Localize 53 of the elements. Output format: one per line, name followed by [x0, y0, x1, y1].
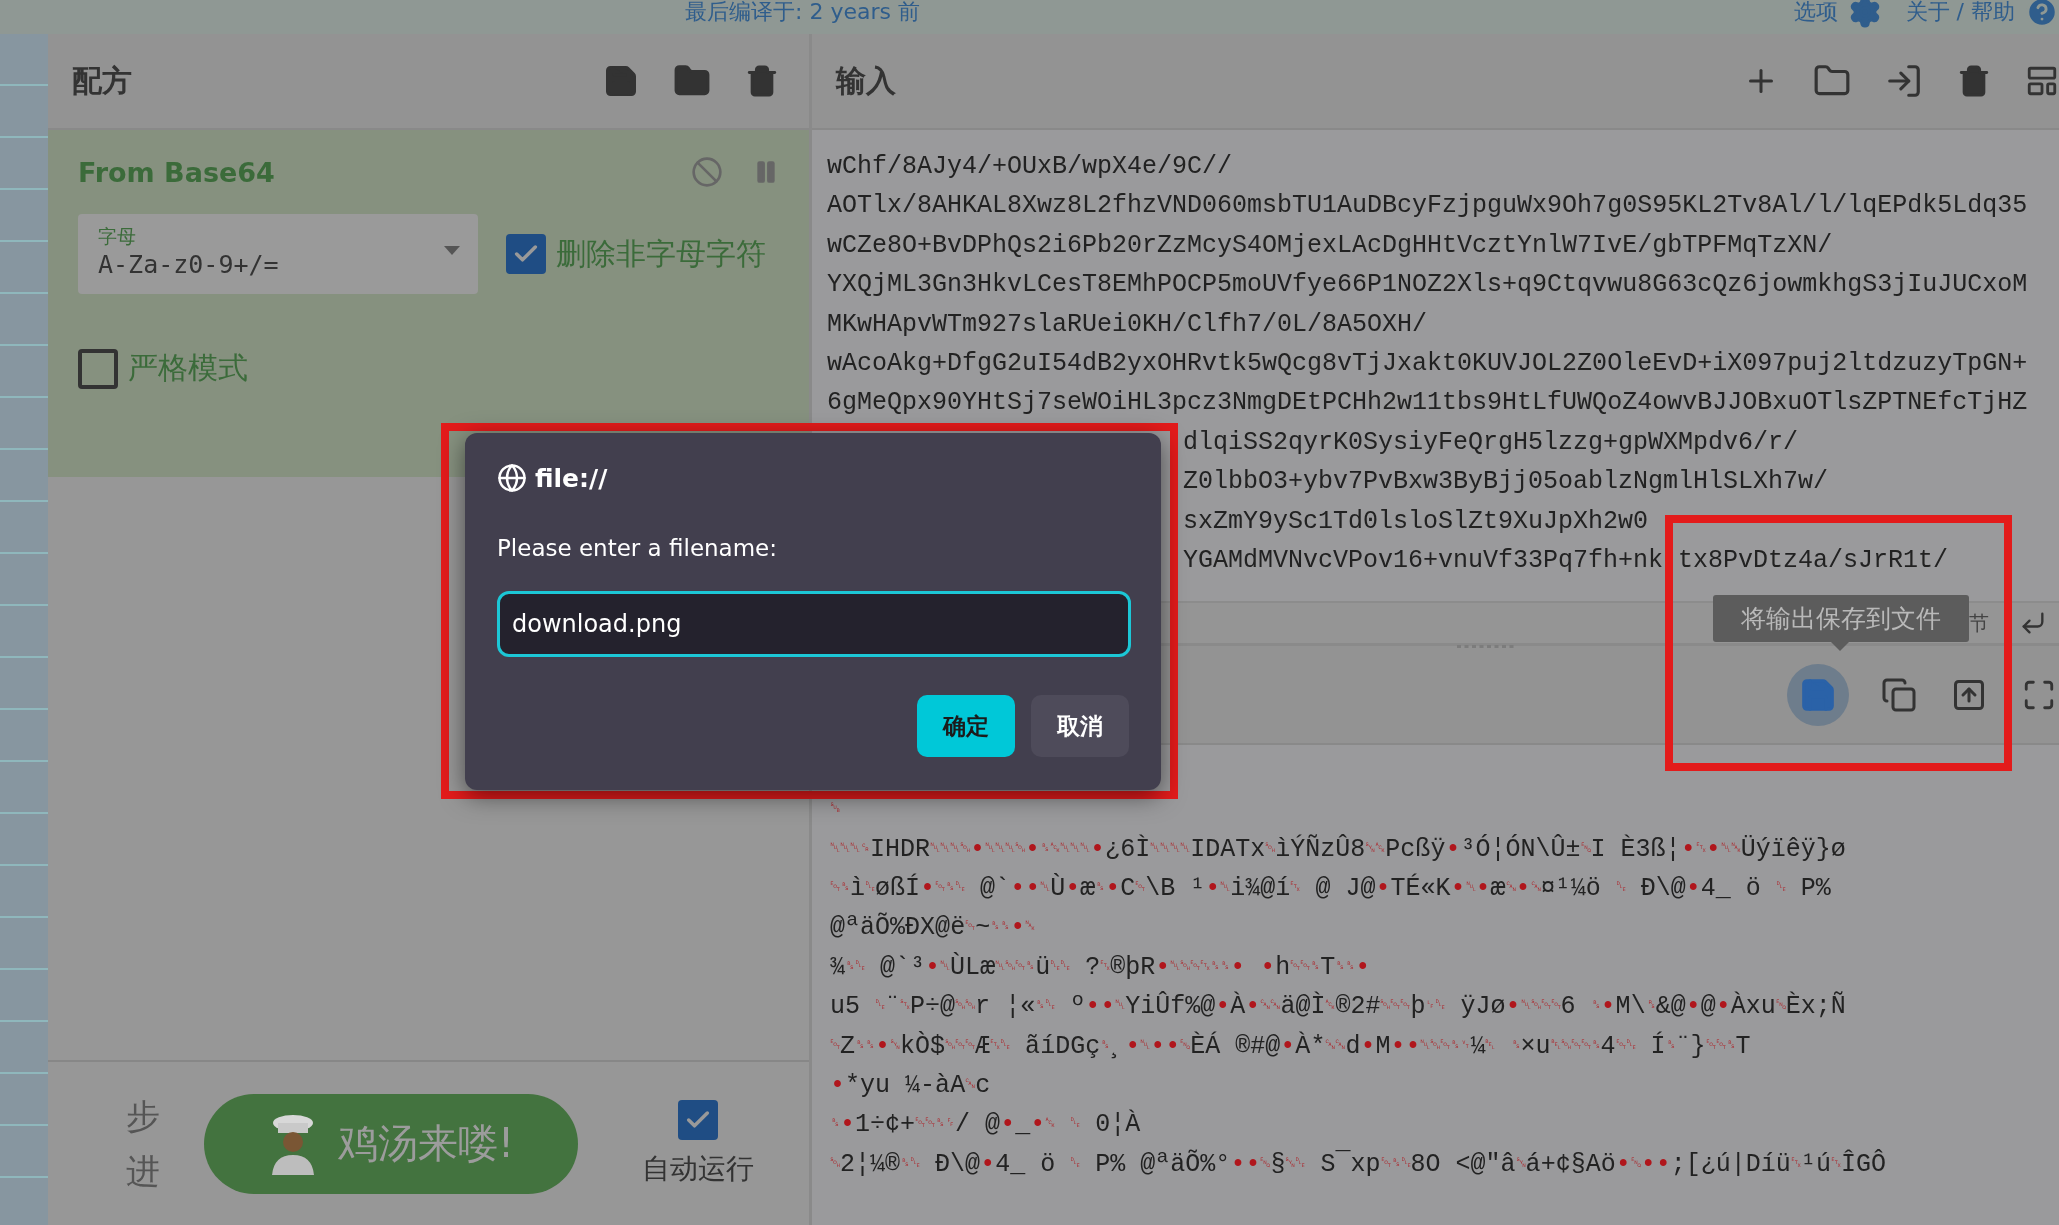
output-text-line: •*yu ¼-àA␘c	[830, 1071, 991, 1101]
build-info: 最后编译于: 2 years 前	[685, 1, 920, 23]
input-text-line: YGAMdMVNvcVPov16+vnuVf33Pq7fh+nk	[1183, 545, 1664, 575]
input-text-line: tx8PvDtz4a/sJrR1t/	[1678, 545, 1949, 575]
auto-bake-label: 自动运行	[642, 1150, 754, 1187]
checkbox-label: 删除非字母字符	[556, 234, 766, 273]
input-text-line: YXQjML3Gn3HkvLCesT8EMhPOCP5moUVfye66P1NOZ2Xls+q9Ctqvwu8G63cQz6jowmkhgS3jIuJUCxoM	[827, 270, 2028, 300]
alphabet-dropdown[interactable]: 字母 A-Za-z0-9+/=	[78, 214, 478, 294]
save-icon[interactable]	[603, 63, 639, 99]
output-text-line: ␄Z␈␈•␖kÒ$␁␄␄Æ␃␐ ãíDGç␈¸•␀••␅ÈÁ ®#@•À*␘␘d•M••␀␁␄␈␋¼␇ ␈×u␇␁␄␄␈4␄␐ Í␈¨}␄␄␈T	[830, 1031, 1751, 1061]
confirm-button[interactable]: 确定	[917, 695, 1015, 757]
dialog-prompt: Please enter a filename:	[497, 535, 779, 561]
tooltip: 将输出保存到文件	[1713, 595, 1969, 642]
input-text-line: MKwHApvWTm927slaRUei0KH/Clfh7/0L/8A5OXH/	[827, 309, 1428, 339]
globe-icon	[497, 463, 527, 493]
input-text-line: 6gMeQpx90YHtSj7seWOiHL3pcz3NmgDEtPCHh2w11tbs9HtLfUWQoZ4owvBJJOBxuOTlsZPTNEfcTjHZ	[827, 388, 2028, 418]
checkbox[interactable]	[78, 348, 118, 389]
layout-icon[interactable]	[2025, 64, 2059, 98]
tooltip-arrow-icon	[1830, 641, 1850, 651]
options-link[interactable]: 选项	[1793, 0, 1838, 27]
output-text-line: ¾␈␐ @`³•␀ÙLæ␀␁␄␈ü␐␐ ?␃®þR•␀␁␄␃␈␈• •h␄␄␈T␈␈•	[830, 952, 1371, 982]
input-title: 输入	[836, 61, 896, 100]
input-text-line: AOTlx/8AHKAL8Xwz8L2fhzVND060msbTU1AuDBcyFzjpguWx9Oh7g0S95KL2Tv8Al/l/lqEPdk5Ldq35	[827, 191, 2028, 221]
output-text-line: u5 ␐¨␂P÷@␁␁r ¦«␈␐ º••␀YiÛf%@•À•␘␘ä@Ì␆®2#␁␄␄þ␊␐ ÿJø•␀␁␄␄6 ␈•M\␞&@•@•Àxu␅Èx;Ñ	[830, 992, 1846, 1022]
output-text-line: @ªäÕ%ÐX@ë␄~␈␈•␕	[830, 913, 1036, 943]
help-link[interactable]: 关于 / 帮助	[1905, 0, 2015, 27]
copy-icon	[1881, 676, 1917, 713]
output-text-line: ␄␈ì␐øßÍ•␄␈␐ @`••␀Ù•æ␈•C␄\B ¹•␀i¾@í␃ @ J@•TÉ«K•␀•æ␘•␘¤¹¼ö ␐ Ð\@•4_ ö ␐ P%	[830, 874, 1831, 904]
status-text: 节	[1969, 609, 1989, 637]
input-text-line: wAcoAkg+DfgG2uI54dB2yxOHRvtk5wQcg8vTjJxakt0KUVJOL2Z0OleEvD+iX097puj2ltdzuzyTpGN+	[827, 348, 2028, 378]
trash-icon[interactable]	[745, 64, 779, 98]
input-text-line: dlqiSS2qyrK0SysiyFeQrgH5lzzg+gpWXMpdv6/r/	[1183, 427, 1799, 457]
dropdown-arrow-icon	[444, 246, 460, 255]
import-icon[interactable]	[1885, 62, 1923, 100]
drag-handle-icon[interactable]	[1457, 644, 1517, 650]
checkbox-label: 严格模式	[128, 349, 248, 387]
checkbox[interactable]	[506, 234, 546, 274]
dialog-title: file://	[535, 463, 608, 493]
step-button[interactable]: 步进	[126, 1089, 160, 1198]
output-text-line: ␈•1÷¢+␄␄␈␌/ @•_•␆ ␐ 0¦À	[830, 1110, 1141, 1140]
filename-input[interactable]: download.png	[497, 591, 1131, 657]
output-text-line: ␚	[830, 801, 840, 818]
output-text-line: ␁2¦¼®␈␐ Ð\@•4_ ö ␐ P% @ªäÕ%°••␅§␖␐ S¯xp␄␈␐8O <@"â␖á+¢§Aö•␅••;[¿ú|Díü␃¹ú␃ÎGÔ	[830, 1149, 1886, 1179]
input-text-line: wChf/8AJy4/+OUxB/wpX4e/9C//	[827, 152, 1233, 181]
recipe-title: 配方	[72, 61, 132, 100]
auto-bake-checkbox[interactable]	[678, 1099, 718, 1140]
input-text-line: wCZe8O+BvDPhQs2i6Pb20rZzMcyS4OMjexLAcDgHHtVcztYnlW7IvE/gbTPFMqTzXN/	[827, 230, 1833, 260]
operation-name: From Base64	[78, 156, 275, 188]
output-text-line: ␀␀␀␍IHDR␀␀␀␁•␀␀␀␁•␈␆␀␀␀•¿6Ì␀␀␀␀IDATx␁ìÝÑzÛ8␖␆Pcßÿ•³Ó¦ÓN\Û±␅I È3ß¦•␃•␀␕Üýïêÿ}ø	[830, 834, 1846, 864]
trash-icon[interactable]	[1957, 64, 1991, 98]
cancel-button[interactable]: 取消	[1031, 695, 1129, 757]
input-text-line: Z0lbbO3+ybv7PvBxw3ByBjj05oablzNgmlHlSLXh7w/	[1183, 467, 1829, 497]
input-text-line: sxZmY9ySc1Td0lsloSlZt9XuJpXh2w0	[1183, 506, 1649, 536]
